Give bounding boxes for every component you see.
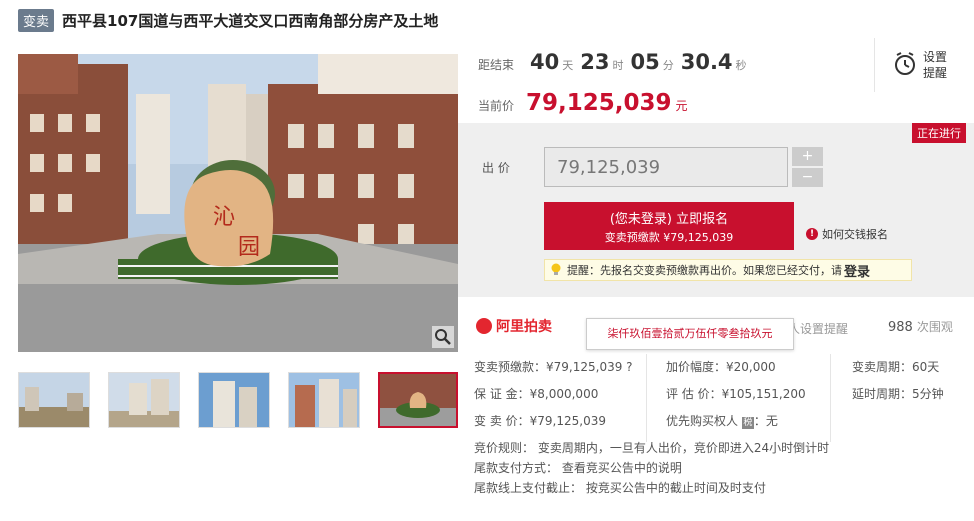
login-tip: 提醒：先报名交变卖预缴款再出价。如果您已经交付，请 登录 [544,259,912,281]
auction-rules: 竞价规则： 变卖周期内，一旦有人出价，竞价即进入24小时倒计时 尾款支付方式： … [474,438,829,498]
bid-label: 出 价 [482,161,510,175]
countdown-days: 40 [530,50,560,74]
thumbnail-2[interactable] [108,372,180,428]
divider [830,354,831,442]
current-price-unit: 元 [675,99,688,113]
current-price-value: 79,125,039 [526,90,672,116]
extension-period: 延时周期：5分钟 [852,387,944,401]
tip-text: 提醒：先报名交变卖预缴款再出价。如果您已经交付，请 [567,264,842,277]
countdown-hours-unit: 时 [612,59,624,72]
reminder-count: 人设置提醒 [788,322,849,336]
set-reminder-label-1: 设置 [923,50,948,64]
ali-logo-text: 阿里拍卖 [496,319,552,335]
current-price: 当前价 79,125,039 元 [478,90,688,116]
priority-info-icon[interactable]: 税 [741,417,754,429]
signup-button-label: (您未登录) 立即报名 [609,212,729,227]
countdown-hours: 23 [580,50,610,74]
zoom-icon[interactable] [432,326,454,348]
bid-increment: 加价幅度：¥20,000 [666,360,776,374]
svg-text:沁: 沁 [213,205,235,230]
countdown-seconds-unit: 秒 [735,59,747,72]
set-reminder-label-2: 提醒 [923,66,948,80]
view-count-unit: 次围观 [916,320,953,334]
priority-buyer: 优先购买权人 税：无 [666,414,778,429]
sale-type-tag: 变卖 [18,9,55,32]
final-payment-method: 尾款支付方式： 查看竞买公告中的说明 [474,461,682,475]
increase-bid-button[interactable]: + [792,147,823,166]
decrease-bid-button[interactable]: − [792,168,823,187]
divider [646,354,647,442]
how-to-pay-label: 如何交钱报名 [822,228,888,241]
login-link[interactable]: 登录 [844,261,870,280]
thumbnail-4[interactable] [288,372,360,428]
info-icon: ! [806,228,818,240]
sale-price: 变 卖 价：¥79,125,039 [474,414,606,428]
main-photo[interactable]: 沁 园 [18,54,458,352]
thumbnail-strip [18,372,458,428]
current-price-label: 当前价 [478,99,515,113]
appraisal-price: 评 估 价：¥105,151,200 [666,387,806,401]
signup-button-sublabel: 变卖预缴款 ¥79,125,039 [604,231,734,244]
countdown-minutes: 05 [630,50,660,74]
final-payment-deadline: 尾款线上支付截止： 按竞买公告中的截止时间及时支付 [474,481,766,495]
bid-rule: 竞价规则： 变卖周期内，一旦有人出价，竞价即进入24小时倒计时 [474,441,830,455]
bid-amount-input[interactable] [544,147,788,187]
signup-button[interactable]: (您未登录) 立即报名 变卖预缴款 ¥79,125,039 [544,202,794,250]
svg-text:园: 园 [238,235,260,260]
view-count: 988 次围观 [888,318,953,335]
thumbnail-5-selected[interactable] [378,372,458,428]
price-in-words-tooltip: 柒仟玖佰壹拾贰万伍仟零叁拾玖元 [586,318,794,350]
countdown-days-unit: 天 [562,59,574,72]
countdown-label: 距结束 [478,58,515,72]
status-badge: 正在进行 [912,123,966,143]
countdown-minutes-unit: 分 [662,59,674,72]
view-count-number: 988 [888,320,913,335]
set-reminder-button[interactable]: 设置 提醒 [874,38,974,92]
page-title: 西平县107国道与西平大道交叉口西南角部分房产及土地 [62,12,439,30]
countdown-seconds: 30.4 [680,50,733,74]
guarantee-amount: 保 证 金：¥8,000,000 [474,387,599,401]
how-to-pay-link[interactable]: ! 如何交钱报名 [806,226,888,242]
sale-period: 变卖周期：60天 [852,360,940,374]
bid-box: 正在进行 出 价 + − (您未登录) 立即报名 变卖预缴款 ¥79,125,0… [458,123,974,297]
thumbnail-1[interactable] [18,372,90,428]
title-bar: 变卖 西平县107国道与西平大道交叉口西南角部分房产及土地 [18,9,438,32]
help-icon[interactable]: ? [626,360,632,374]
ali-auction-logo: 阿里拍卖 [476,316,552,336]
thumbnail-3[interactable] [198,372,270,428]
lightbulb-icon [549,262,563,279]
ali-logo-icon [476,318,492,334]
countdown: 距结束 40 天 23 时 05 分 30.4 秒 [478,50,750,74]
deposit-amount: 变卖预缴款：¥79,125,039 ? [474,360,633,374]
alarm-clock-icon [893,51,917,80]
